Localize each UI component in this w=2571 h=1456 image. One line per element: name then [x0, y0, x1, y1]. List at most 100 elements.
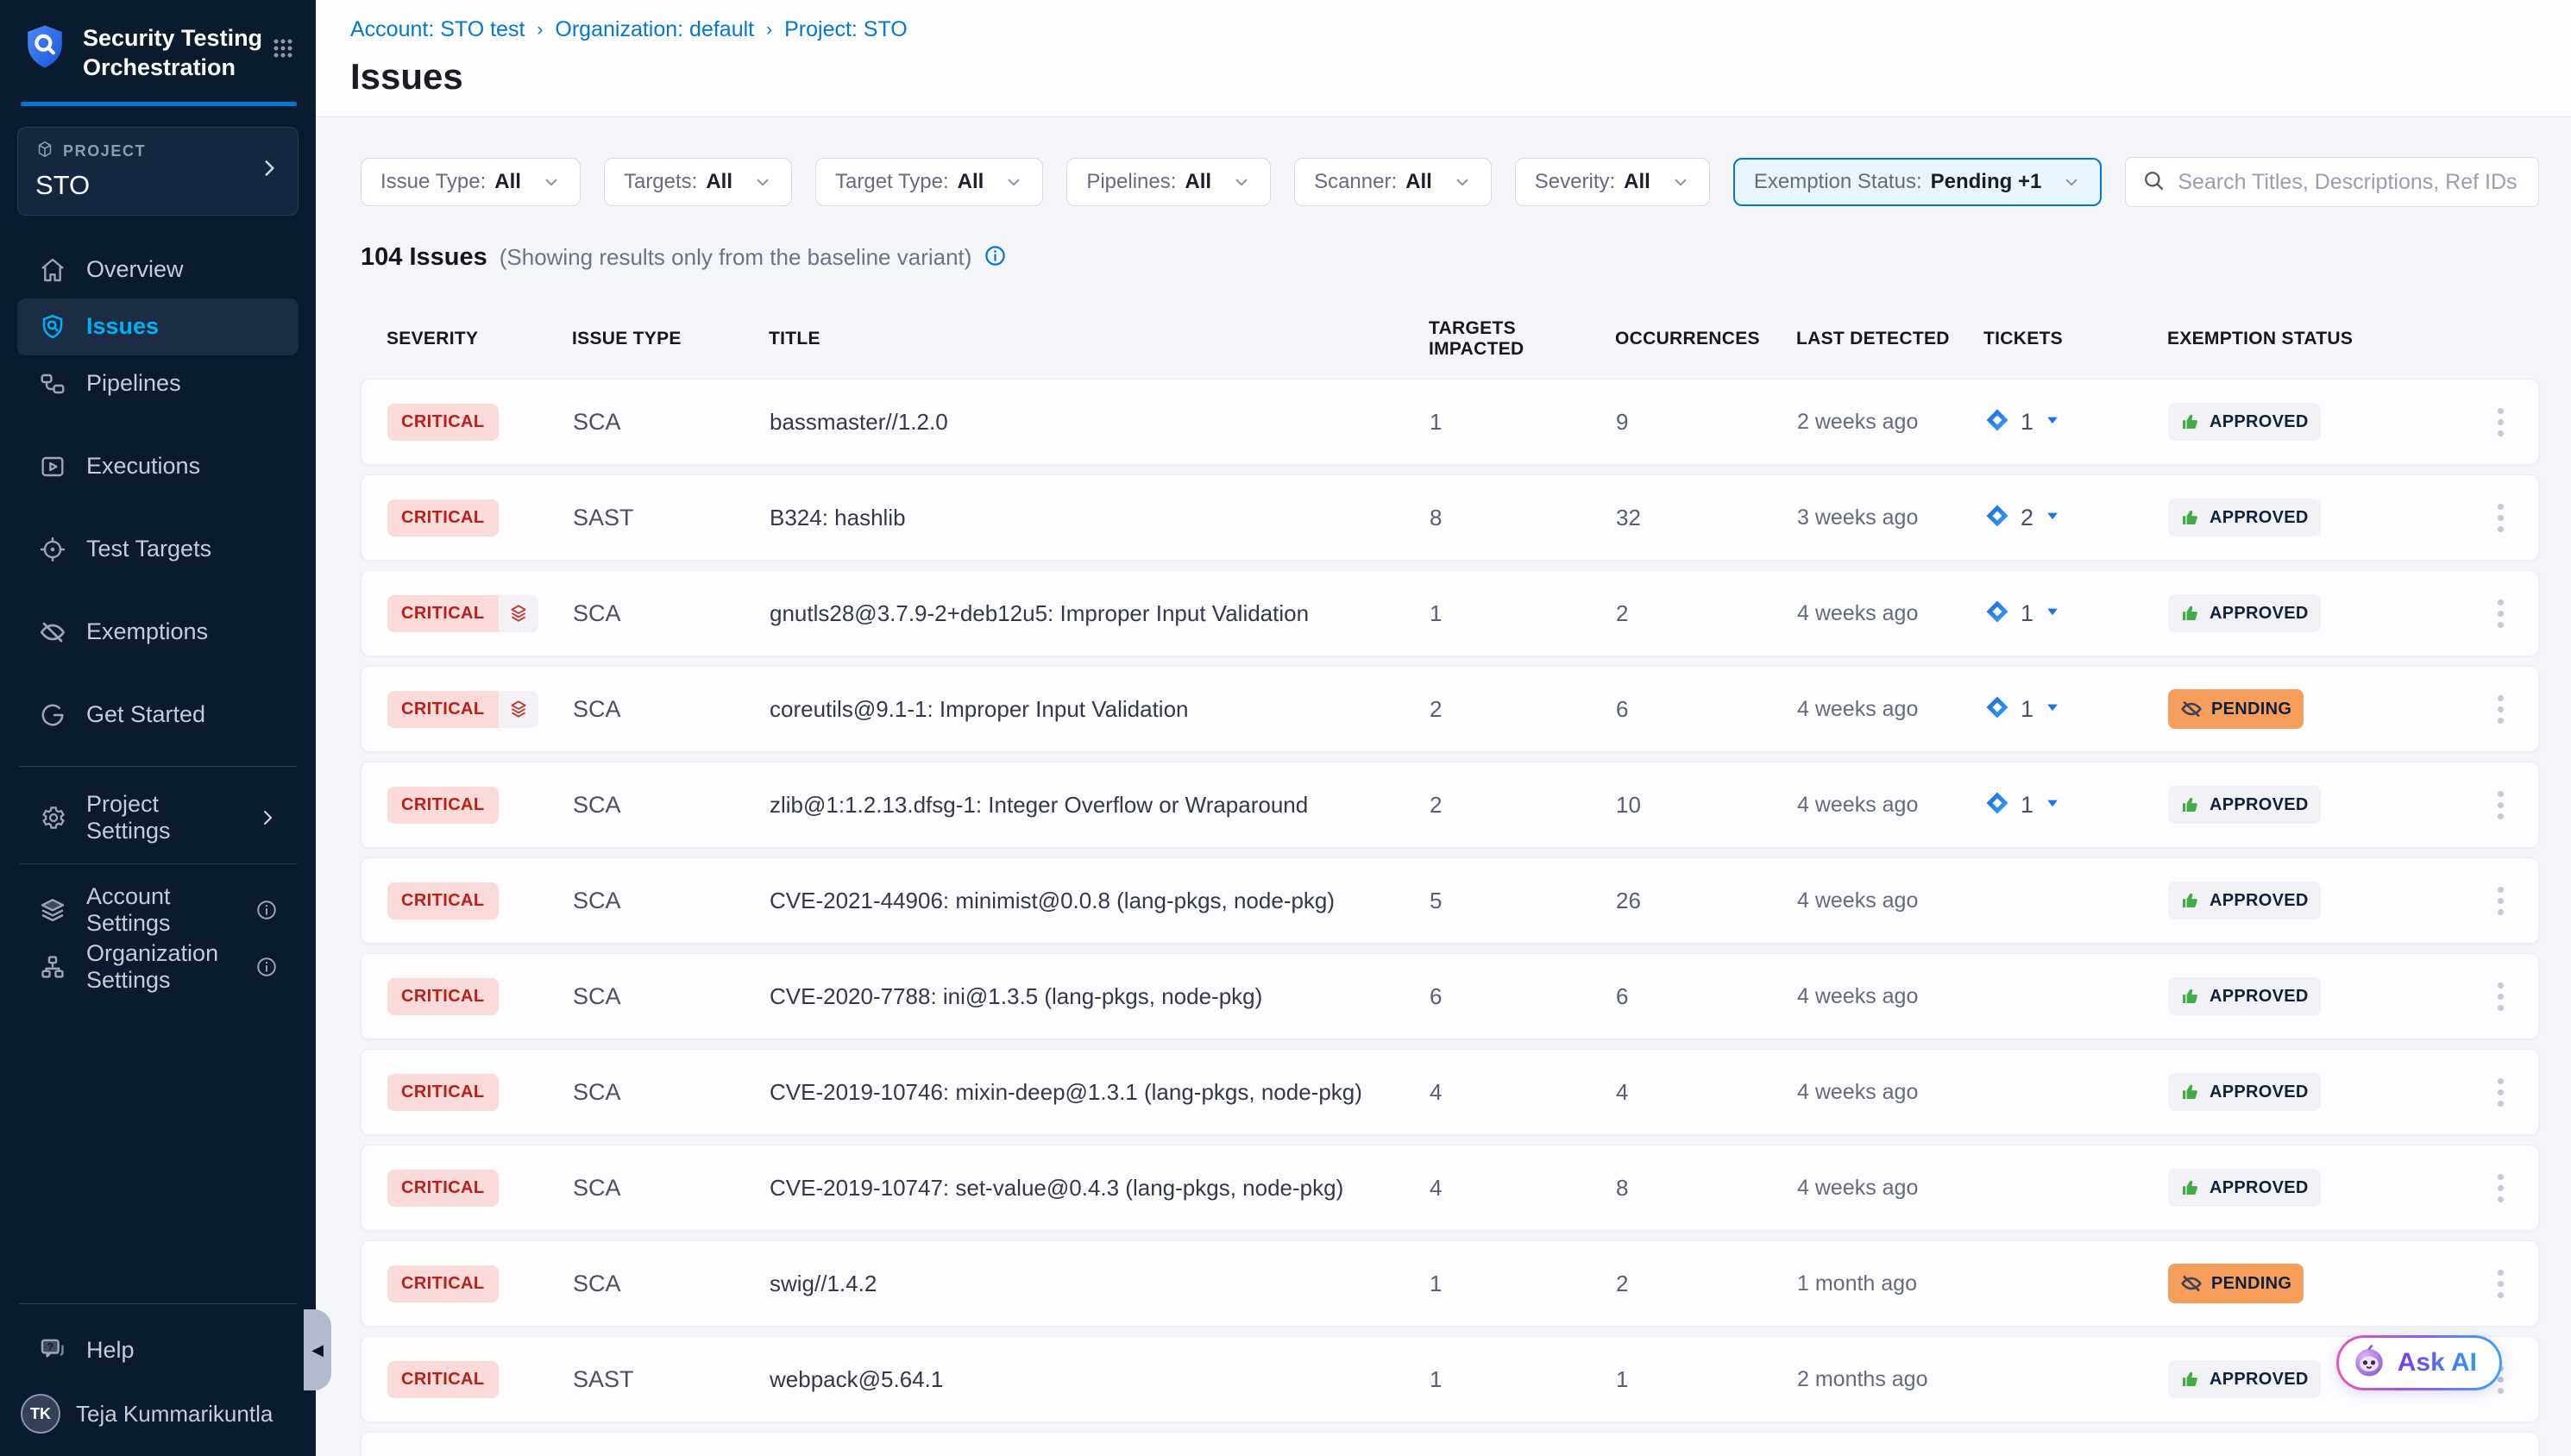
thumbs-up-icon: [2180, 794, 2201, 815]
filter-issue-type[interactable]: Issue Type:All: [361, 158, 581, 206]
sidebar-divider: [19, 1303, 297, 1304]
issue-title[interactable]: gnutls28@3.7.9-2+deb12u5: Improper Input…: [770, 600, 1430, 627]
tickets-cell[interactable]: 1: [1984, 694, 2168, 725]
shield-search-icon: [38, 312, 67, 342]
tickets-cell[interactable]: 2: [1984, 503, 2168, 533]
chevron-down-icon: [1453, 173, 1472, 191]
issue-title[interactable]: B324: hashlib: [770, 505, 1430, 531]
targets-impacted-cell: 4: [1430, 1079, 1616, 1106]
severity-cell: CRITICAL: [387, 1074, 573, 1111]
targets-impacted-cell: 2: [1430, 696, 1616, 723]
occurrences-cell: 10: [1616, 792, 1797, 819]
filter-scanner[interactable]: Scanner:All: [1294, 158, 1492, 206]
issue-type-cell: SCA: [573, 1175, 770, 1202]
tickets-cell[interactable]: 1: [1984, 790, 2168, 820]
issue-row[interactable]: CRITICAL SCA bassmaster//1.2.0 1 9 2 wee…: [361, 379, 2539, 465]
tickets-cell[interactable]: 1: [1984, 407, 2168, 437]
caret-down-icon: [2044, 507, 2061, 529]
exemption-status-badge: PENDING: [2168, 689, 2304, 729]
severity-cell: CRITICAL: [387, 595, 573, 632]
issues-content: Issue Type:All Targets:All Target Type:A…: [316, 117, 2571, 1456]
ask-ai-button[interactable]: Ask AI: [2336, 1335, 2502, 1390]
issue-row[interactable]: CRITICAL SAST B324: hashlib 8 32 3 weeks…: [361, 474, 2539, 561]
issue-title[interactable]: zlib@1:1.2.13.dfsg-1: Integer Overflow o…: [770, 792, 1430, 819]
sidebar-item-get-started[interactable]: Get Started: [17, 687, 299, 744]
row-menu-button[interactable]: [2489, 1073, 2512, 1112]
ticket-count: 1: [2021, 409, 2034, 436]
layers-gear-icon: [38, 895, 67, 925]
row-menu-button[interactable]: [2489, 594, 2512, 633]
row-menu-button[interactable]: [2489, 690, 2512, 729]
sidebar-item-pipelines[interactable]: Pipelines: [17, 355, 299, 412]
filter-exemption-status[interactable]: Exemption Status:Pending +1: [1733, 158, 2102, 206]
issue-title[interactable]: bassmaster//1.2.0: [770, 409, 1430, 436]
sidebar-item-overview[interactable]: Overview: [17, 242, 299, 298]
row-menu-button[interactable]: [2489, 1169, 2512, 1208]
issue-type-cell: SCA: [573, 1079, 770, 1106]
help-button[interactable]: ? Help: [17, 1321, 299, 1378]
issue-title[interactable]: CVE-2019-10747: set-value@0.4.3 (lang-pk…: [770, 1175, 1430, 1202]
jira-icon: [1984, 790, 2010, 820]
row-menu-button[interactable]: [2489, 977, 2512, 1016]
issue-row[interactable]: CRITICAL SCA CVE-2019-10747: set-value@0…: [361, 1145, 2539, 1231]
module-grid-icon[interactable]: [269, 35, 297, 66]
issue-row[interactable]: CRITICAL SCA zlib@1:1.2.13.dfsg-1: Integ…: [361, 762, 2539, 848]
breadcrumb-project[interactable]: Project: STO: [784, 17, 908, 42]
exemption-cell: APPROVED: [2168, 1169, 2468, 1207]
sidebar-divider: [19, 766, 297, 767]
issue-row[interactable]: CRITICAL SAST django@1.2 1 22 2 months a…: [361, 1432, 2539, 1456]
breadcrumb-account[interactable]: Account: STO test: [350, 17, 525, 42]
sidebar-item-project-settings[interactable]: Project Settings: [17, 789, 299, 846]
search-input[interactable]: [2178, 170, 2523, 195]
severity-badge: CRITICAL: [387, 1265, 499, 1302]
eye-off-icon: [2180, 698, 2203, 720]
info-icon[interactable]: [984, 244, 1007, 272]
issue-title[interactable]: coreutils@9.1-1: Improper Input Validati…: [770, 696, 1430, 723]
row-menu-button[interactable]: [2489, 403, 2512, 442]
issue-row[interactable]: CRITICAL SCA CVE-2019-10746: mixin-deep@…: [361, 1049, 2539, 1135]
targets-impacted-cell: 2: [1430, 792, 1616, 819]
exemption-cell: PENDING: [2168, 689, 2468, 729]
tickets-cell[interactable]: 1: [1984, 599, 2168, 629]
sidebar-collapse-handle[interactable]: ◀: [304, 1309, 331, 1390]
sidebar-item-account-settings[interactable]: Account Settings: [17, 882, 299, 938]
issue-row[interactable]: CRITICAL SCA gnutls28@3.7.9-2+deb12u5: I…: [361, 570, 2539, 656]
filter-pipelines[interactable]: Pipelines:All: [1066, 158, 1271, 206]
breadcrumb-organization[interactable]: Organization: default: [555, 17, 754, 42]
issue-title[interactable]: CVE-2021-44906: minimist@0.0.8 (lang-pkg…: [770, 888, 1430, 914]
issue-row[interactable]: CRITICAL SAST webpack@5.64.1 1 1 2 month…: [361, 1336, 2539, 1422]
chevron-down-icon: [2062, 173, 2081, 191]
issue-title[interactable]: swig//1.4.2: [770, 1271, 1430, 1297]
last-detected-cell: 3 weeks ago: [1797, 505, 1984, 530]
filter-target-type[interactable]: Target Type:All: [815, 158, 1043, 206]
user-profile[interactable]: TK Teja Kummarikuntla: [17, 1394, 299, 1434]
row-menu-button[interactable]: [2489, 499, 2512, 537]
occurrences-cell: 1: [1616, 1366, 1797, 1393]
issue-title[interactable]: webpack@5.64.1: [770, 1366, 1430, 1393]
org-hierarchy-icon: [38, 952, 67, 982]
ask-ai-label: Ask AI: [2398, 1348, 2477, 1378]
severity-badge: CRITICAL: [387, 978, 499, 1015]
sidebar-item-executions[interactable]: Executions: [17, 438, 299, 495]
sidebar-item-exemptions[interactable]: Exemptions: [17, 604, 299, 661]
filter-severity[interactable]: Severity:All: [1515, 158, 1710, 206]
sidebar-nav: Overview Issues Pipelines Executions Tes…: [0, 242, 316, 744]
issue-row[interactable]: CRITICAL SCA CVE-2021-44906: minimist@0.…: [361, 857, 2539, 944]
thumbs-up-icon: [2180, 1369, 2201, 1390]
gear-icon: [38, 803, 67, 832]
issue-row[interactable]: CRITICAL SCA swig//1.4.2 1 2 1 month ago…: [361, 1240, 2539, 1327]
row-menu-button[interactable]: [2489, 786, 2512, 825]
filter-targets[interactable]: Targets:All: [604, 158, 792, 206]
issue-row[interactable]: CRITICAL SCA coreutils@9.1-1: Improper I…: [361, 666, 2539, 752]
project-name: STO: [35, 170, 258, 201]
row-menu-button[interactable]: [2489, 882, 2512, 920]
sidebar-item-organization-settings[interactable]: Organization Settings: [17, 938, 299, 995]
issue-type-cell: SCA: [573, 983, 770, 1010]
issue-row[interactable]: CRITICAL SCA CVE-2020-7788: ini@1.3.5 (l…: [361, 953, 2539, 1039]
row-menu-button[interactable]: [2489, 1265, 2512, 1303]
sidebar-item-test-targets[interactable]: Test Targets: [17, 521, 299, 578]
project-selector[interactable]: PROJECT STO: [17, 127, 299, 216]
issue-title[interactable]: CVE-2020-7788: ini@1.3.5 (lang-pkgs, nod…: [770, 983, 1430, 1010]
issue-title[interactable]: CVE-2019-10746: mixin-deep@1.3.1 (lang-p…: [770, 1079, 1430, 1106]
sidebar-item-issues[interactable]: Issues: [17, 298, 299, 355]
